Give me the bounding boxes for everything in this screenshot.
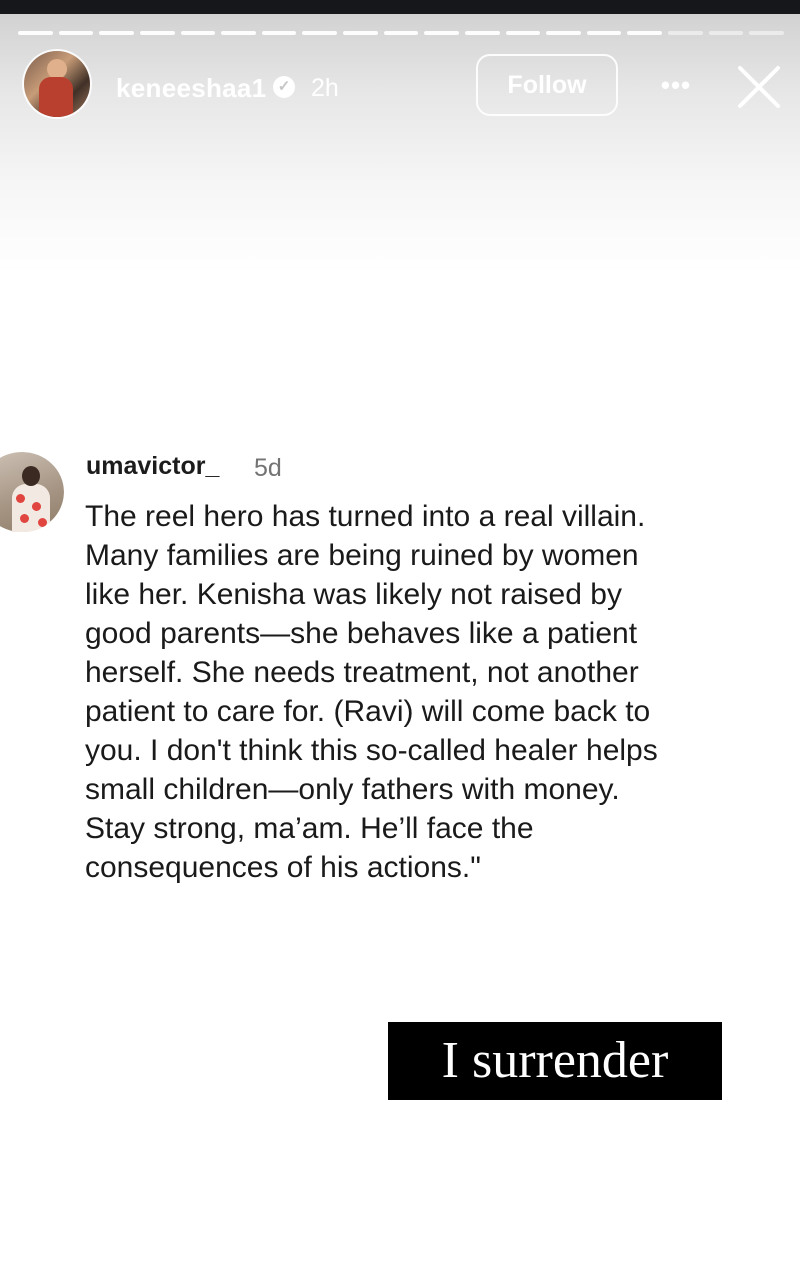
verified-check-icon: ✓	[273, 76, 295, 98]
progress-segment	[749, 31, 784, 35]
progress-segment	[464, 31, 500, 35]
comment-line: The reel hero has turned into a real vil…	[85, 500, 646, 533]
progress-segment	[708, 31, 744, 35]
progress-segment	[221, 31, 256, 35]
comment-line: Stay strong, ma’am. He’ll face the	[85, 812, 534, 845]
progress-segment	[668, 31, 703, 35]
comment-line: good parents—she behaves like a patient	[85, 617, 638, 650]
comment-line: like her. Kenisha was likely not raised …	[85, 578, 622, 611]
comment-line: Many families are being ruined by women	[85, 539, 639, 572]
author-avatar[interactable]	[24, 51, 90, 117]
progress-segment	[586, 31, 622, 35]
progress-segment	[302, 31, 337, 35]
progress-segment	[343, 31, 378, 35]
avatar-figure-body	[39, 77, 73, 117]
story-timestamp: 2h	[311, 74, 339, 102]
progress-segment	[424, 31, 459, 35]
comment-line: consequences of his actions."	[85, 851, 481, 884]
comment-line: patient to care for. (Ravi) will come ba…	[85, 695, 651, 728]
text-sticker: I surrender	[388, 1022, 722, 1100]
avatar-figure-head	[47, 59, 67, 79]
commenter-username: umavictor_	[86, 452, 220, 480]
progress-segment	[505, 31, 541, 35]
comment-line: small children—only fathers with money.	[85, 773, 620, 806]
progress-segment	[261, 31, 297, 35]
follow-button[interactable]: Follow	[476, 54, 618, 116]
progress-segment	[627, 31, 662, 35]
progress-segment	[383, 31, 419, 35]
progress-segment	[180, 31, 216, 35]
comment-timestamp: 5d	[254, 454, 282, 482]
comment-line: you. I don't think this so-called healer…	[85, 734, 658, 767]
author-username[interactable]: keneeshaa1	[116, 73, 266, 104]
status-strip	[0, 0, 800, 14]
close-icon[interactable]	[736, 64, 782, 110]
progress-segment	[99, 31, 134, 35]
progress-segment	[18, 31, 53, 35]
story-progress-bar	[18, 31, 784, 35]
comment-line: herself. She needs treatment, not anothe…	[85, 656, 639, 689]
more-options-icon[interactable]: •••	[655, 72, 697, 102]
progress-segment	[139, 31, 175, 35]
comment-text: The reel hero has turned into a real vil…	[85, 497, 785, 887]
progress-segment	[58, 31, 94, 35]
progress-segment	[546, 31, 581, 35]
